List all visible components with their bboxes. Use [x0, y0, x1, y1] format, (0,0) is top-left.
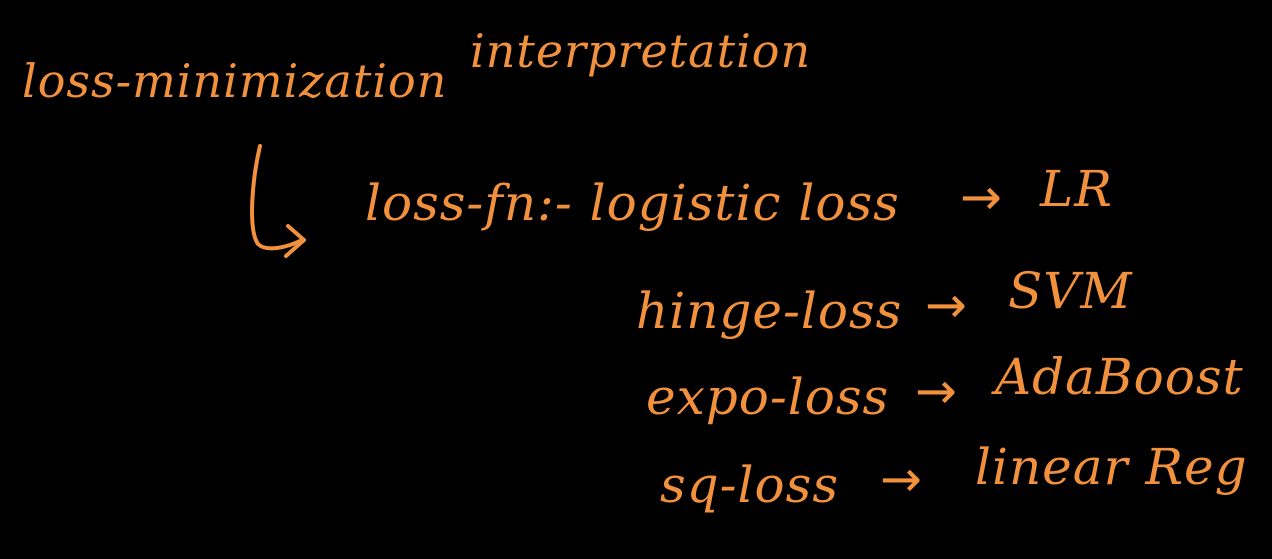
loss-hinge: hinge-loss — [636, 282, 903, 340]
loss-function-logistic-loss: loss-fn:- logistic loss — [365, 174, 900, 232]
loss-exponential: expo-loss — [646, 368, 890, 426]
arrow-icon: → — [925, 276, 968, 334]
arrow-icon: → — [880, 450, 923, 508]
arrow-icon: → — [915, 362, 958, 420]
heading-interpretation: interpretation — [470, 24, 812, 78]
whiteboard-canvas: loss-minimization interpretation loss-fn… — [0, 0, 1272, 559]
model-linear-reg: linear Reg — [975, 438, 1248, 496]
arrow-icon: → — [960, 168, 1003, 226]
model-adaboost: AdaBoost — [995, 348, 1244, 406]
hook-arrow-icon — [250, 144, 306, 258]
model-svm: SVM — [1008, 262, 1133, 320]
heading-loss-minimization: loss-minimization — [22, 54, 448, 108]
model-lr: LR — [1040, 160, 1113, 218]
loss-squared: sq-loss — [660, 456, 839, 514]
